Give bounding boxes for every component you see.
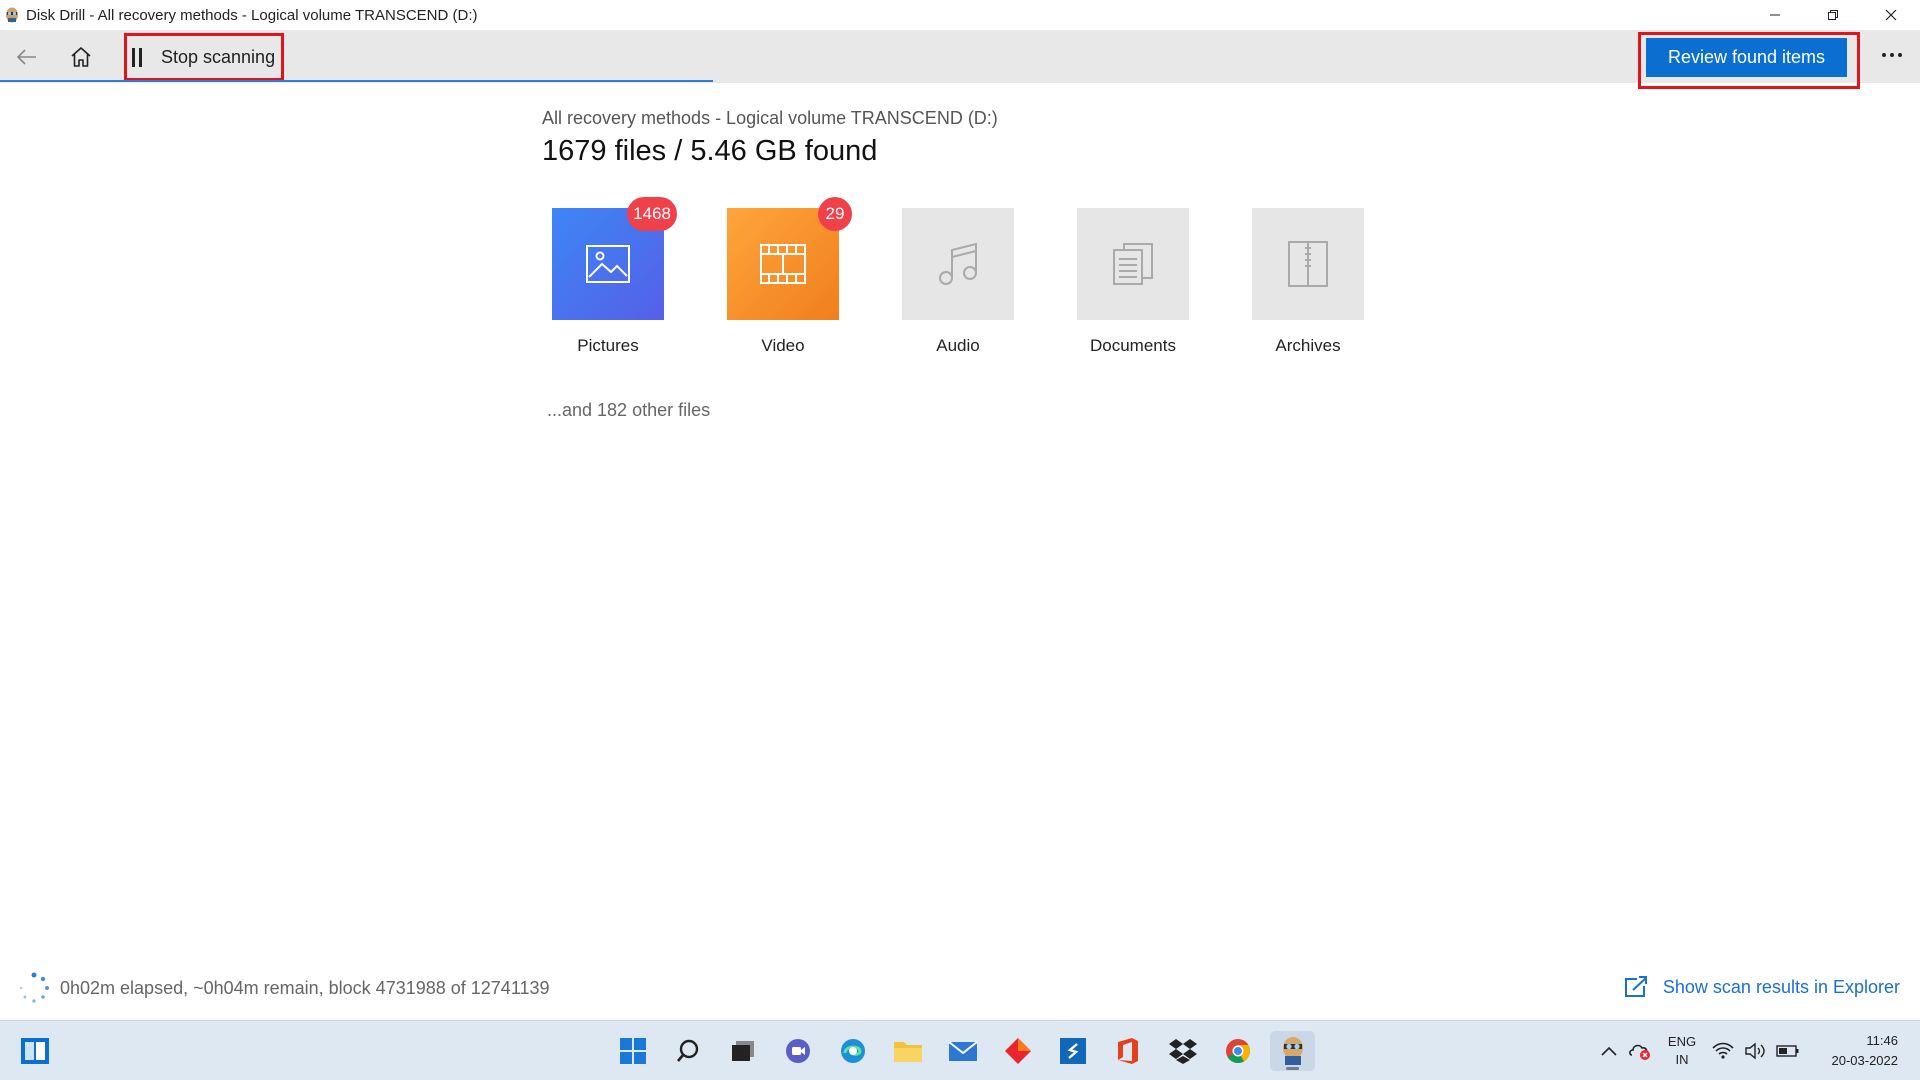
stop-scanning-button[interactable]: Stop scanning (124, 33, 284, 81)
scan-progress-text: 0h02m elapsed, ~0h04m remain, block 4731… (60, 977, 550, 998)
office-button[interactable] (1105, 1031, 1150, 1071)
app-red-diamond-button[interactable] (995, 1031, 1040, 1071)
language-code: ENG (1667, 1034, 1697, 1049)
category-tiles: 1468 Pictures 29 Video Audio Documents A… (552, 197, 1364, 356)
scan-progress-line (0, 80, 713, 82)
pause-icon (132, 47, 142, 67)
category-label: Audio (936, 336, 980, 355)
category-archives[interactable]: Archives (1252, 208, 1364, 356)
home-button[interactable] (64, 40, 98, 74)
pictures-count-badge: 1468 (627, 197, 677, 231)
restore-button[interactable] (1804, 0, 1862, 30)
taskbar-apps (610, 1031, 1315, 1071)
window-controls (1746, 0, 1920, 30)
review-found-items-button[interactable]: Review found items (1646, 38, 1847, 77)
disk-drill-icon (1282, 1037, 1303, 1065)
chrome-icon (1225, 1039, 1250, 1064)
clock-date: 20-03-2022 (1831, 1053, 1899, 1068)
language-region: IN (1675, 1052, 1689, 1067)
app-blue-s-button[interactable] (1050, 1031, 1095, 1071)
disk-drill-taskbar-button[interactable] (1270, 1031, 1315, 1071)
s-app-icon (1059, 1038, 1086, 1064)
onedrive-error-icon[interactable] (1628, 1041, 1652, 1061)
document-icon (1113, 243, 1153, 285)
search-button[interactable] (665, 1031, 710, 1071)
widgets-icon[interactable] (20, 1037, 50, 1065)
category-documents[interactable]: Documents (1077, 208, 1189, 356)
archives-tile[interactable] (1252, 208, 1364, 320)
taskbar: ENG IN 11:46 20-03-2022 (0, 1020, 1920, 1080)
title-bar: Disk Drill - All recovery methods - Logi… (0, 0, 1920, 30)
task-view-icon (731, 1041, 754, 1061)
pictures-tile[interactable]: 1468 (552, 197, 677, 320)
file-explorer-button[interactable] (885, 1031, 930, 1071)
diamond-app-icon (1004, 1038, 1031, 1064)
restore-icon (1828, 10, 1838, 20)
mail-icon (947, 1041, 978, 1061)
show-in-explorer-link[interactable]: Show scan results in Explorer (1623, 975, 1900, 999)
wifi-icon[interactable] (1712, 1042, 1734, 1060)
category-label: Pictures (577, 336, 639, 355)
dropbox-button[interactable] (1160, 1031, 1205, 1071)
edge-icon (840, 1039, 865, 1063)
audio-tile[interactable] (902, 208, 1014, 320)
back-button[interactable] (10, 40, 44, 74)
windows-logo-icon (619, 1038, 646, 1064)
home-icon (71, 47, 91, 67)
arrow-left-icon (16, 49, 36, 65)
video-count-badge: 29 (818, 197, 852, 231)
folder-icon (893, 1042, 922, 1062)
category-audio[interactable]: Audio (902, 208, 1014, 356)
teams-chat-button[interactable] (775, 1031, 820, 1071)
scan-status: 0h02m elapsed, ~0h04m remain, block 4731… (18, 972, 550, 1004)
mail-button[interactable] (940, 1031, 985, 1071)
window-title: Disk Drill - All recovery methods - Logi… (26, 6, 478, 24)
clock-time: 11:46 (1866, 1033, 1898, 1048)
minimize-icon (1770, 14, 1780, 16)
files-found-headline: 1679 files / 5.46 GB found (542, 135, 878, 167)
chevron-up-icon[interactable] (1600, 1045, 1618, 1057)
music-note-icon (939, 242, 977, 285)
image-icon (586, 245, 630, 283)
documents-tile[interactable] (1077, 208, 1189, 320)
archive-icon (1288, 241, 1328, 287)
task-view-button[interactable] (720, 1031, 765, 1071)
edge-browser-button[interactable] (830, 1031, 875, 1071)
close-button[interactable] (1862, 0, 1920, 30)
external-link-icon (1624, 976, 1647, 997)
category-pictures[interactable]: 1468 Pictures (552, 197, 677, 356)
input-language[interactable]: ENG IN (1662, 1033, 1702, 1069)
show-in-explorer-label: Show scan results in Explorer (1662, 976, 1900, 997)
close-icon (1885, 9, 1897, 21)
spinner-icon (19, 972, 49, 1003)
search-icon (676, 1039, 698, 1062)
scan-subtitle: All recovery methods - Logical volume TR… (542, 108, 998, 128)
category-label: Archives (1275, 336, 1341, 355)
disk-drill-app-icon (4, 6, 20, 24)
more-options-button[interactable] (1874, 40, 1910, 70)
chrome-button[interactable] (1215, 1031, 1260, 1071)
office-icon (1117, 1038, 1138, 1064)
clock[interactable]: 11:46 20-03-2022 (1832, 1031, 1899, 1071)
category-label: Documents (1090, 336, 1176, 355)
battery-icon[interactable] (1776, 1044, 1800, 1058)
speaker-icon[interactable] (1744, 1042, 1766, 1060)
toolbar: Stop scanning (0, 30, 1920, 83)
minimize-button[interactable] (1746, 0, 1804, 30)
stop-scanning-label: Stop scanning (161, 46, 276, 67)
category-video[interactable]: 29 Video (727, 197, 852, 356)
chat-icon (785, 1039, 810, 1063)
start-button[interactable] (610, 1031, 655, 1071)
film-icon (760, 244, 806, 284)
system-tray: ENG IN (1600, 1031, 1800, 1071)
dropbox-icon (1168, 1039, 1197, 1064)
category-label: Video (761, 336, 805, 355)
video-tile[interactable]: 29 (727, 197, 852, 320)
other-files-link[interactable]: ...and 182 other files (547, 400, 710, 421)
